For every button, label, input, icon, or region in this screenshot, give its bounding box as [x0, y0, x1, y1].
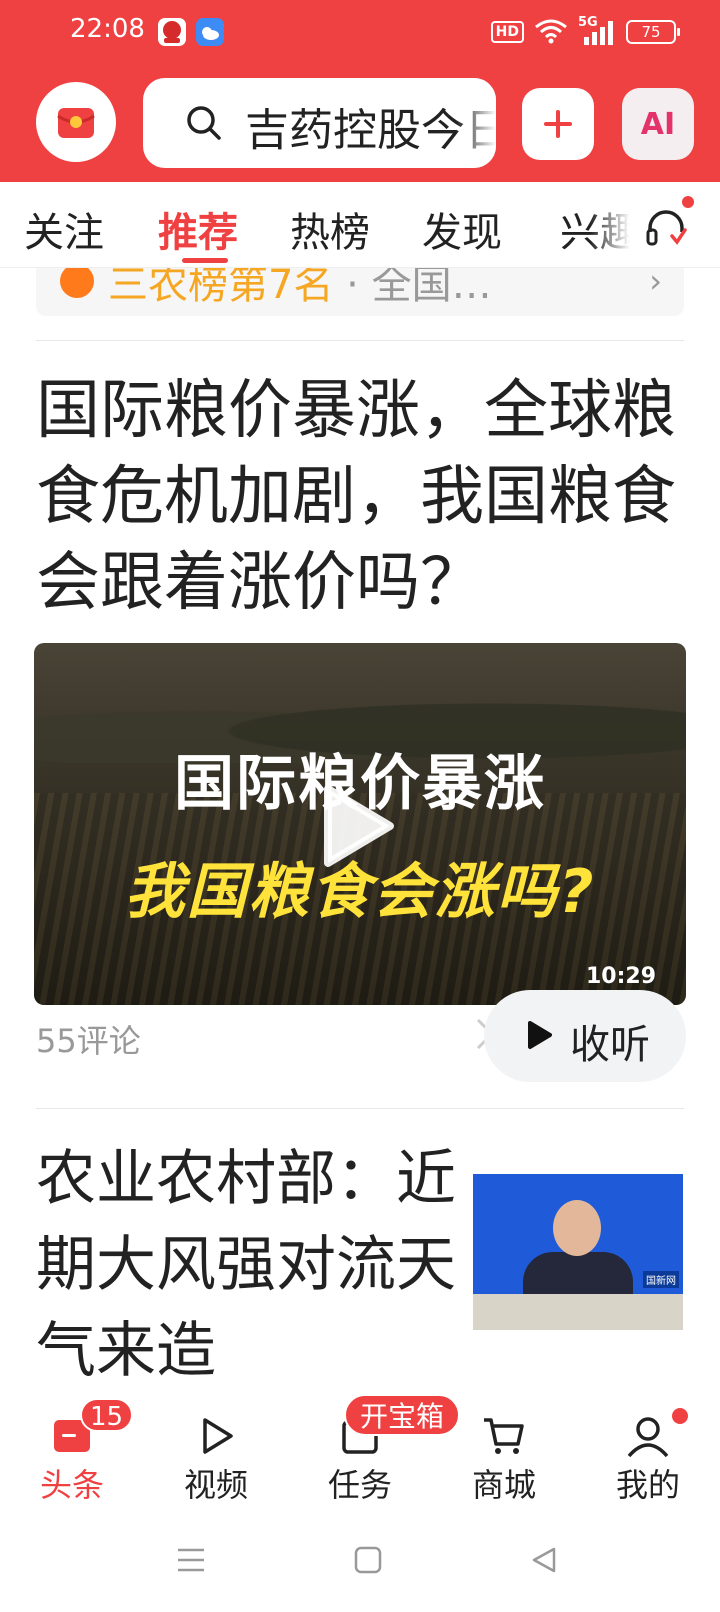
thumbnail-desk — [473, 1294, 683, 1330]
news-feed: 三农榜第7名 · 全国… › 国际粮价暴涨，全球粮食危机加剧，我国粮食会跟着涨价… — [0, 268, 720, 1406]
cart-icon — [484, 1418, 524, 1454]
tab-discover[interactable]: 发现 — [422, 200, 502, 258]
nav-mall-label: 商城 — [471, 1466, 536, 1504]
video-thumbnail[interactable]: 国际粮价暴涨 我国粮食会涨吗? 10:29 — [34, 643, 686, 1005]
search-icon — [187, 106, 221, 140]
divider — [36, 1108, 684, 1109]
nav-mall[interactable]: 商城 — [432, 1406, 576, 1516]
tab-hot-list[interactable]: 热榜 — [290, 200, 370, 258]
search-fade — [456, 78, 496, 168]
home-square-icon[interactable] — [354, 1546, 382, 1574]
status-bar: 22:08 HD 5G 75 — [0, 0, 720, 66]
nav-home[interactable]: 15 头条 — [0, 1398, 144, 1516]
tab-follow[interactable]: 关注 — [24, 200, 104, 258]
active-tab-indicator — [182, 258, 228, 263]
article-title[interactable]: 农业农村部：近期大风强对流天气来造 — [36, 1136, 456, 1394]
chevron-right-icon: › — [649, 268, 662, 300]
hd-icon: HD — [490, 21, 524, 43]
app-header: 22:08 HD 5G 75 吉药控股今日 AI — [0, 0, 720, 182]
system-navigation-bar — [0, 1516, 720, 1612]
article-title[interactable]: 国际粮价暴涨，全球粮食危机加剧，我国粮食会跟着涨价吗？ — [36, 368, 684, 626]
notification-dot — [682, 196, 694, 208]
profile-icon — [627, 1417, 669, 1458]
nav-video[interactable]: 视频 — [144, 1406, 288, 1516]
red-packet-button[interactable] — [36, 82, 116, 162]
headphones-icon[interactable] — [644, 206, 688, 250]
category-tabs: 关注 推荐 热榜 发现 兴趣 — [0, 182, 720, 268]
home-badge: 15 — [80, 1398, 134, 1432]
divider — [36, 340, 684, 341]
battery-indicator: 75 — [626, 20, 680, 44]
signal-icon: 5G — [578, 15, 616, 45]
news-app-icon — [158, 18, 186, 46]
video-duration: 10:29 — [585, 964, 656, 989]
nav-profile[interactable]: 我的 — [576, 1406, 720, 1516]
hot-rank-text: 三农榜第7名 · 全国… — [108, 268, 492, 310]
publish-button[interactable] — [522, 88, 594, 160]
bottom-navigation: 15 头条 视频 开宝箱 任务 商城 我的 — [0, 1394, 720, 1516]
back-icon[interactable] — [530, 1546, 558, 1574]
nav-task-label: 任务 — [327, 1466, 392, 1504]
status-indicators: HD 5G 75 — [490, 14, 680, 50]
nav-task[interactable]: 开宝箱 任务 — [288, 1394, 461, 1516]
ai-label: AI — [640, 106, 676, 142]
video-play-icon — [203, 1418, 233, 1454]
wifi-icon — [535, 19, 567, 44]
thumbnail-logo: 国新网 — [643, 1271, 679, 1288]
hot-rank-region: 全国… — [371, 268, 492, 308]
plus-icon — [544, 110, 572, 138]
comment-count[interactable]: 55评论 — [36, 1016, 141, 1062]
play-icon[interactable] — [318, 781, 398, 871]
nav-home-label: 头条 — [39, 1466, 104, 1504]
ai-assistant-button[interactable]: AI — [622, 88, 694, 160]
profile-notification-dot — [672, 1408, 688, 1424]
thumbnail-person-head — [553, 1200, 601, 1256]
play-small-icon — [528, 1021, 552, 1049]
hot-rank-strip[interactable]: 三农榜第7名 · 全国… › — [36, 268, 684, 316]
listen-label: 收听 — [570, 1022, 650, 1068]
flame-icon — [60, 268, 94, 298]
hot-rank-title: 三农榜第7名 — [108, 268, 334, 308]
menu-icon[interactable] — [176, 1546, 206, 1574]
listen-button[interactable]: 收听 — [484, 990, 686, 1082]
weather-icon — [196, 18, 224, 46]
hot-rank-separator: · — [333, 268, 372, 308]
nav-video-label: 视频 — [183, 1466, 248, 1504]
tabs-fade — [590, 182, 640, 266]
red-packet-icon — [57, 108, 95, 138]
search-input[interactable]: 吉药控股今日 — [143, 78, 496, 168]
nav-profile-label: 我的 — [615, 1466, 680, 1504]
article-thumbnail[interactable]: 国新网 — [473, 1174, 683, 1330]
tab-recommend[interactable]: 推荐 — [158, 200, 238, 258]
status-time: 22:08 — [70, 14, 145, 44]
